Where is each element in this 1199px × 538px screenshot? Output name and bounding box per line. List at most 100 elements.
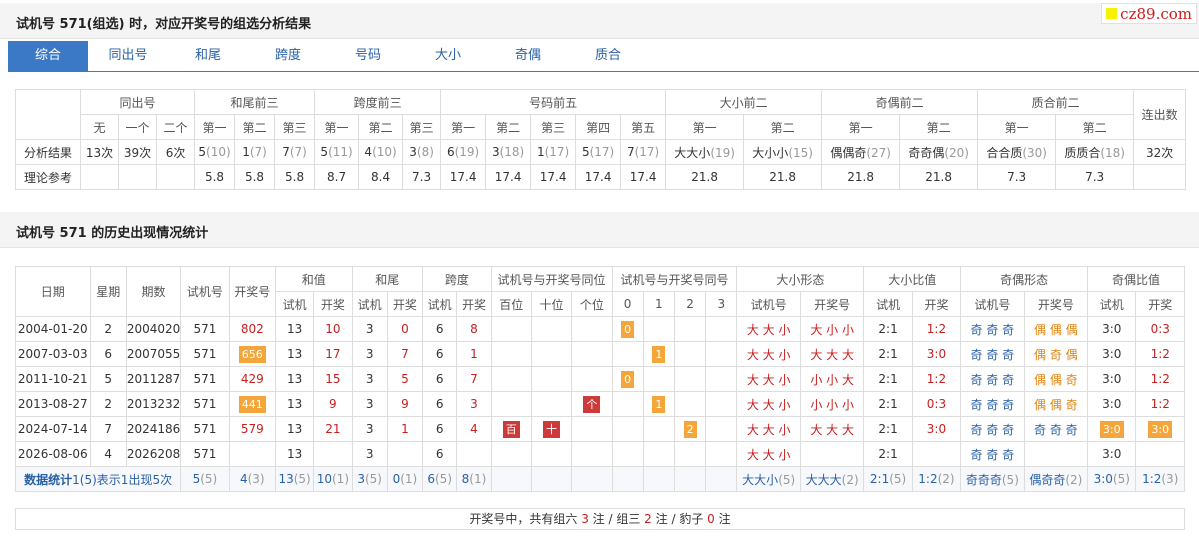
stats-value: 大大小: [742, 472, 779, 487]
span-draw-cell: 3: [456, 391, 492, 417]
result-cell: 4(10): [358, 139, 404, 165]
result-value: 7: [626, 145, 635, 159]
stats-empty-cell: [490, 466, 532, 492]
result-value: 大大小: [674, 145, 711, 160]
theory-cell: 17.4: [485, 164, 532, 190]
same-pos-bai-cell: [490, 316, 532, 342]
result-value: 5: [320, 145, 329, 159]
test-number-cell: 571: [180, 366, 230, 392]
sub-header: 百位: [490, 291, 532, 317]
sub-header: 第四: [575, 114, 622, 140]
group-header: 同出号: [79, 89, 196, 115]
week-cell: 6: [89, 341, 127, 367]
span-test-cell: 6: [422, 316, 458, 342]
stats-count: (2): [841, 472, 859, 487]
same-num-n3-cell: [705, 441, 738, 467]
result-count: (19): [454, 145, 480, 159]
result-count: (18): [499, 145, 525, 159]
result-cell: 1(17): [530, 139, 577, 165]
result-value: 6: [446, 145, 455, 159]
same-num-n1-cell: [642, 316, 675, 342]
tail-test-cell: 3: [351, 391, 388, 417]
group-header: 大小前二: [665, 89, 823, 115]
stats-value: 奇奇奇: [965, 472, 1002, 487]
sub-header: 第一: [440, 114, 487, 140]
same-num-n0-cell: [611, 416, 644, 442]
tail-draw-cell: 9: [386, 391, 424, 417]
odd-even-ratio-header: 奇偶比值: [1087, 266, 1185, 292]
span-test-cell: 6: [422, 416, 458, 442]
site-logo[interactable]: cz89.com: [1101, 3, 1197, 24]
same-num-n2-cell: [673, 366, 707, 392]
tab-same-out[interactable]: 同出号: [88, 41, 168, 71]
sub-header: 开奖: [313, 291, 353, 317]
bs-pattern-draw-cell: 大 小 小: [799, 316, 865, 342]
oe-pattern-draw-cell: 偶 偶 奇: [1023, 391, 1089, 417]
test-number-cell: 571: [180, 416, 230, 442]
section-header-history: 试机号 571 的历史出现情况统计: [0, 212, 1199, 248]
result-value: 奇奇偶: [908, 145, 945, 160]
tail-draw-cell: 5: [386, 366, 424, 392]
stats-dxb_k-cell: 1:2(2): [911, 466, 962, 492]
sub-header: 第三: [402, 114, 442, 140]
stats-value: 10: [316, 472, 332, 486]
same-num-n3-cell: [705, 341, 738, 367]
sub-header: 试机: [351, 291, 388, 317]
tab-number[interactable]: 号码: [328, 41, 408, 71]
tab-big-small[interactable]: 大小: [408, 41, 488, 71]
sub-header: 开奖: [911, 291, 962, 317]
history-header-row: 日期 星期 期数 试机号 开奖号 和值 和尾 跨度 试机号与开奖号同位 试机号与开奖号同号 大小形态…: [15, 266, 1185, 317]
week-cell: 2: [89, 391, 127, 417]
tab-span[interactable]: 跨度: [248, 41, 328, 71]
issue-cell: 2013232: [125, 391, 182, 417]
same-num-n0-cell: 0: [611, 366, 644, 392]
sub-header: 第一: [977, 114, 1057, 140]
result-value: 32次: [1146, 145, 1174, 160]
footer-baozi-count: 0: [707, 512, 715, 526]
theory-cell: 7.3: [977, 164, 1057, 190]
result-cell: 39次: [118, 139, 157, 165]
result-count: (11): [328, 145, 353, 159]
history-title: 试机号 571 的历史出现情况统计: [16, 226, 209, 241]
oe-ratio-draw-cell: 1:2: [1135, 366, 1185, 392]
analysis-result-row: 分析结果 13次 39次 6次 5(10) 1(7) 7(7) 5(11) 4(10) 3(8) 6…: [15, 139, 1187, 165]
same-num-badge: 0: [621, 320, 635, 338]
result-cell: 3(8): [402, 139, 442, 165]
week-header: 星期: [89, 266, 127, 317]
stats-jo_k-cell: 偶奇奇(2): [1023, 466, 1089, 492]
result-value: 合合质: [986, 145, 1023, 160]
tab-odd-even[interactable]: 奇偶: [488, 41, 568, 71]
sub-header: 试机: [274, 291, 315, 317]
tail-test-cell: 3: [351, 316, 388, 342]
tab-prime-composite[interactable]: 质合: [568, 41, 648, 71]
test-number-header: 试机号: [180, 266, 230, 317]
result-cell: 5(11): [314, 139, 360, 165]
sub-header: 第二: [743, 114, 823, 140]
tab-sum-tail[interactable]: 和尾: [168, 41, 248, 71]
group-header: 号码前五: [440, 89, 667, 115]
tab-overview[interactable]: 综合: [8, 41, 88, 71]
theory-cell: 17.4: [575, 164, 622, 190]
sum-test-cell: 13: [274, 441, 315, 467]
draw-number-cell: 656: [228, 341, 276, 367]
theory-cell: 21.8: [899, 164, 979, 190]
bs-ratio-test-cell: 2:1: [863, 341, 913, 367]
result-cell: 奇奇偶(20): [899, 139, 979, 165]
result-count: (19): [710, 145, 735, 160]
oe-pattern-draw-cell: 偶 偶 奇: [1023, 366, 1089, 392]
sub-header: 第五: [620, 114, 667, 140]
sub-header: 1: [642, 291, 675, 317]
date-header: 日期: [15, 266, 91, 317]
result-count: (10): [372, 145, 397, 159]
sub-header: 第二: [899, 114, 979, 140]
stats-hw_k-cell: 0(1): [386, 466, 424, 492]
same-num-n2-cell: [673, 441, 707, 467]
span-draw-cell: 4: [456, 416, 492, 442]
summary-footer: 开奖号中，共有组六 3 注 / 组三 2 注 / 豹子 0 注: [15, 508, 1185, 530]
sub-header: 无: [80, 114, 119, 140]
group-header: 质合前二: [977, 89, 1135, 115]
same-pos-badge: 个: [583, 395, 601, 413]
result-cell: 偶偶奇(27): [821, 139, 901, 165]
test-number-cell: 571: [180, 441, 230, 467]
analysis-title: 试机号 571(组选) 时，对应开奖号的组选分析结果: [16, 17, 312, 32]
